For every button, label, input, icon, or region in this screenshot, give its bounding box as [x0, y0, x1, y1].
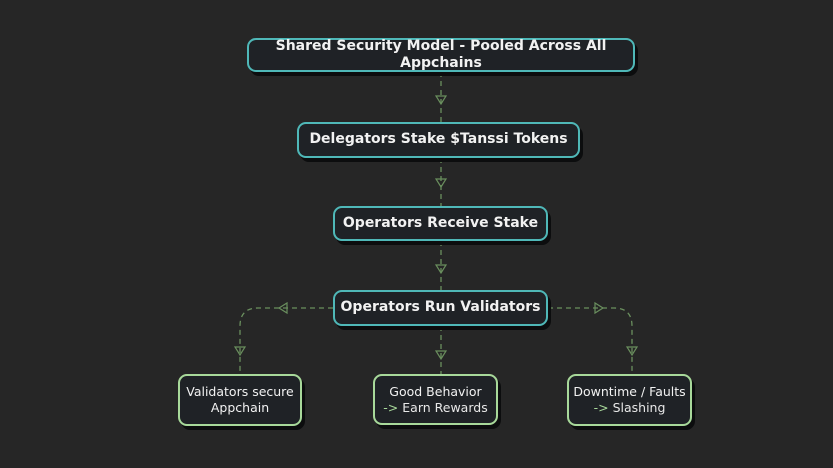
node-label: Shared Security Model - Pooled Across Al… [275, 37, 607, 72]
node-label: Operators Run Validators [340, 299, 541, 316]
node-label-line1: Validators secure [186, 384, 294, 400]
node-label: Delegators Stake $Tanssi Tokens [309, 131, 568, 148]
node-delegators-stake: Delegators Stake $Tanssi Tokens [297, 122, 580, 158]
node-shared-security: Shared Security Model - Pooled Across Al… [247, 38, 635, 72]
node-label-line2: -> Earn Rewards [383, 400, 487, 416]
node-operators-run-validators: Operators Run Validators [333, 290, 548, 326]
node-label-line2: -> Slashing [594, 400, 666, 416]
connector-run-to-downtime [548, 307, 633, 374]
arrow-prefix: -> [593, 400, 609, 415]
node-operators-receive-stake: Operators Receive Stake [333, 206, 548, 241]
node-label-line1: Downtime / Faults [573, 384, 686, 400]
node-validators-secure-appchain: Validators secure Appchain [178, 374, 302, 426]
node-label: Operators Receive Stake [342, 214, 539, 231]
node-downtime-faults: Downtime / Faults -> Slashing [567, 374, 692, 426]
node-label-line2: Appchain [210, 400, 270, 415]
node-good-behavior: Good Behavior -> Earn Rewards [373, 374, 498, 425]
node-label-line1: Good Behavior [389, 383, 482, 399]
node-label-outcome: Slashing [612, 400, 666, 415]
connector-run-to-validators [239, 307, 333, 374]
arrow-prefix: -> [383, 399, 399, 415]
node-label-outcome: Earn Rewards [402, 399, 488, 415]
